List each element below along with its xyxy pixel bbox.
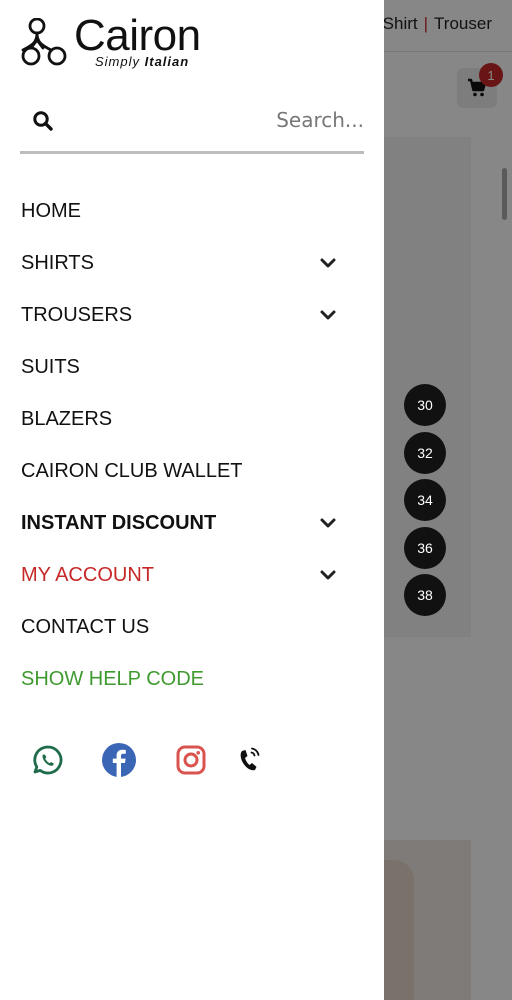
phone-icon[interactable] [231,742,267,778]
size-chip[interactable]: 36 [404,526,446,569]
menu-item-contact-us[interactable]: CONTACT US [0,601,384,653]
logo-tagline: Simply Italian [95,54,190,69]
menu-item-label: CAIRON CLUB WALLET [21,459,243,482]
menu-item-home[interactable]: HOME [0,185,384,237]
main-menu: HOME SHIRTS TROUSERS SUITS BLAZERS CAIRO… [0,185,384,705]
menu-item-label: TROUSERS [21,303,133,326]
search-icon[interactable] [32,110,54,132]
size-chip[interactable]: 30 [404,384,446,426]
menu-item-label: BLAZERS [21,407,113,430]
menu-item-label: SHOW HELP CODE [21,667,204,690]
menu-item-club-wallet[interactable]: CAIRON CLUB WALLET [0,445,384,497]
size-chip[interactable]: 32 [404,431,446,474]
menu-item-shirts[interactable]: SHIRTS [0,237,384,289]
chevron-down-icon[interactable] [318,253,338,273]
social-links [0,742,384,786]
brand-logo[interactable]: Cairon Simply Italian [20,11,220,72]
menu-item-label: CONTACT US [21,615,150,638]
chevron-down-icon[interactable] [318,305,338,325]
menu-item-label: HOME [21,199,81,222]
whatsapp-icon[interactable] [30,742,66,778]
menu-item-show-help-code[interactable]: SHOW HELP CODE [0,653,384,705]
menu-item-trousers[interactable]: TROUSERS [0,289,384,341]
navigation-drawer: Cairon Simply Italian HOME SHIRTS TROUSE… [0,0,384,1000]
menu-item-my-account[interactable]: MY ACCOUNT [0,549,384,601]
menu-item-label: SUITS [21,355,80,378]
search-bar [20,96,364,154]
menu-item-blazers[interactable]: BLAZERS [0,393,384,445]
menu-item-label: MY ACCOUNT [21,563,154,586]
menu-item-label: INSTANT DISCOUNT [21,511,217,534]
logo-wordmark: Cairon [74,11,201,60]
facebook-icon[interactable] [101,742,137,778]
menu-item-label: SHIRTS [21,251,94,274]
size-chip[interactable]: 34 [404,479,446,521]
chevron-down-icon[interactable] [318,513,338,533]
size-selector: 30 32 34 36 38 [404,384,446,622]
menu-item-suits[interactable]: SUITS [0,341,384,393]
logo-emblem-icon [21,18,67,66]
menu-item-instant-discount[interactable]: INSTANT DISCOUNT [0,497,384,549]
size-chip[interactable]: 38 [404,574,446,616]
search-input[interactable] [76,102,364,138]
chevron-down-icon[interactable] [318,565,338,585]
instagram-icon[interactable] [173,742,209,778]
